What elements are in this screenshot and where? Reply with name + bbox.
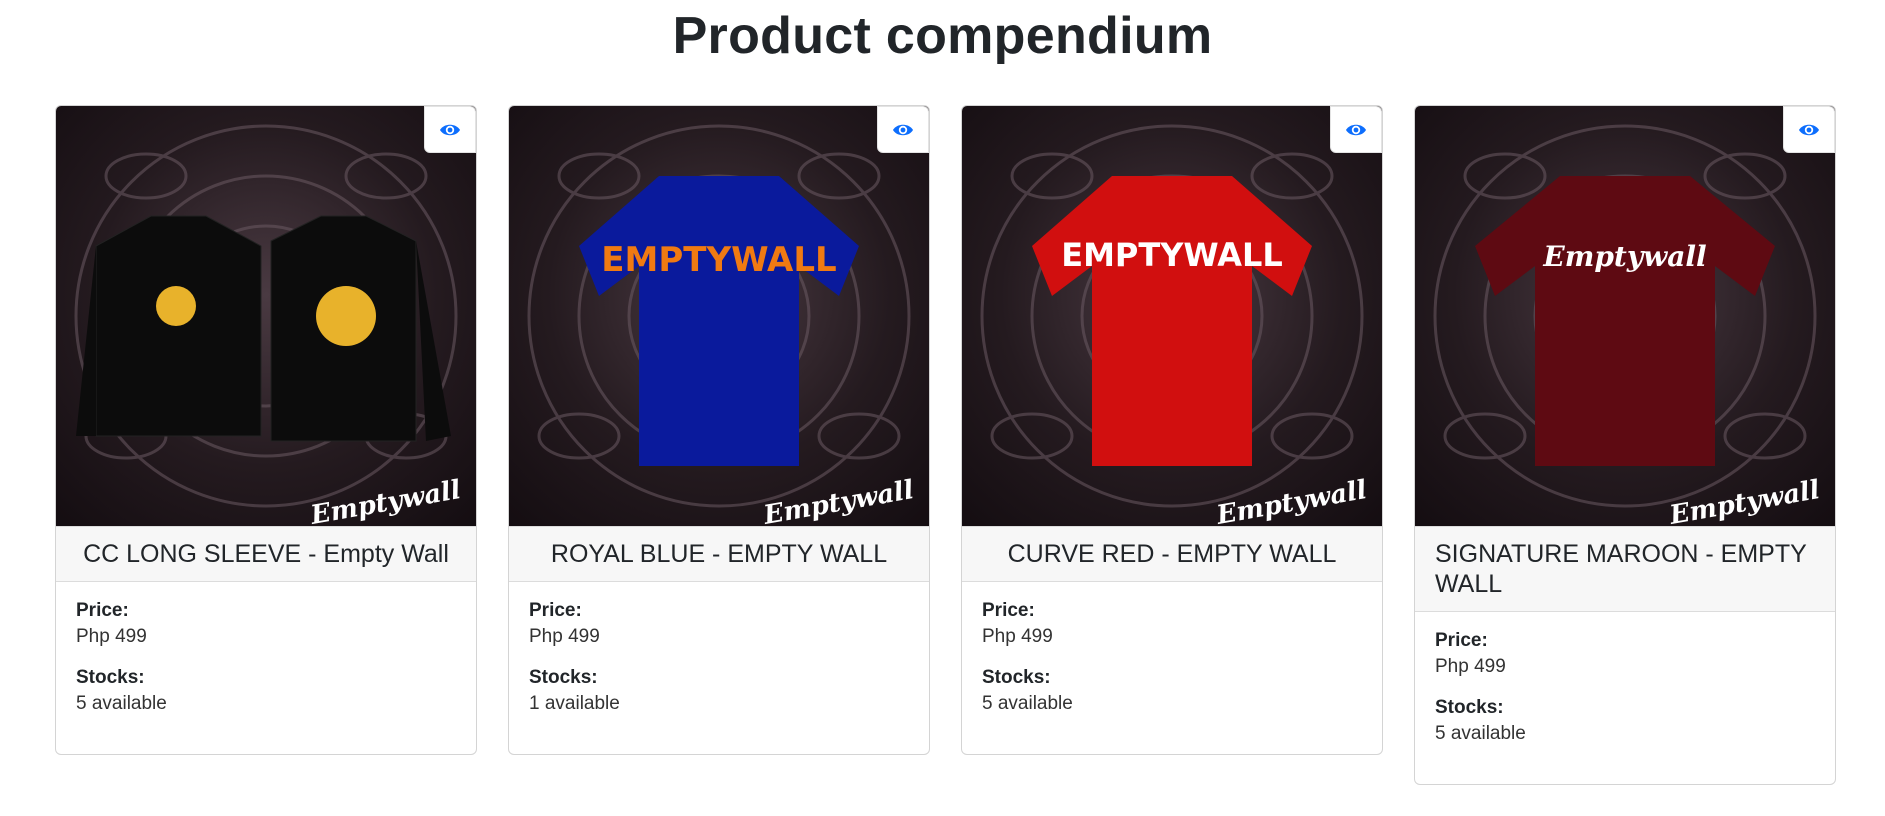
svg-text:EMPTYWALL: EMPTYWALL	[1061, 236, 1283, 274]
page-title: Product compendium	[672, 7, 1213, 65]
eye-icon	[440, 124, 460, 135]
product-name: CC LONG SLEEVE - Empty Wall	[56, 526, 476, 582]
stocks-value: 1 available	[529, 693, 620, 714]
svg-text:Emptywall: Emptywall	[1542, 240, 1706, 273]
product-card: EMPTYWALL Emptywall ROYAL BLUE - EMPTY W…	[508, 105, 930, 755]
view-button[interactable]	[424, 106, 476, 153]
product-details: Price: Php 499 Stocks: 5 available	[56, 582, 476, 754]
product-name: CURVE RED - EMPTY WALL	[962, 526, 1382, 582]
stocks-value: 5 available	[1435, 723, 1526, 744]
product-image[interactable]: Emptywall Emptywall	[1415, 106, 1835, 526]
product-name: ROYAL BLUE - EMPTY WALL	[509, 526, 929, 582]
price-label: Price:	[529, 600, 582, 621]
stocks-label: Stocks:	[76, 667, 145, 688]
price-label: Price:	[76, 600, 129, 621]
mandala-background: Emptywall	[1433, 124, 1817, 508]
price-label: Price:	[982, 600, 1035, 621]
stocks-label: Stocks:	[1435, 697, 1504, 718]
product-name: SIGNATURE MAROON - EMPTY WALL	[1415, 526, 1835, 612]
view-button[interactable]	[877, 106, 929, 153]
eye-icon	[893, 124, 913, 135]
product-details: Price: Php 499 Stocks: 5 available	[1415, 612, 1835, 784]
price-label: Price:	[1435, 630, 1488, 651]
product-details: Price: Php 499 Stocks: 5 available	[962, 582, 1382, 754]
price-value: Php 499	[76, 626, 147, 647]
product-card: EMPTYWALL Emptywall CURVE RED - EMPTY WA…	[961, 105, 1383, 755]
product-image[interactable]: Emptywall	[56, 106, 476, 526]
product-details: Price: Php 499 Stocks: 1 available	[509, 582, 929, 754]
price-value: Php 499	[982, 626, 1053, 647]
product-card: Emptywall CC LONG SLEEVE - Empty Wall Pr…	[55, 105, 477, 755]
stocks-label: Stocks:	[982, 667, 1051, 688]
eye-icon	[1346, 124, 1366, 135]
stocks-value: 5 available	[76, 693, 167, 714]
price-value: Php 499	[1435, 656, 1506, 677]
view-button[interactable]	[1783, 106, 1835, 153]
mandala-background: EMPTYWALL	[527, 124, 911, 508]
price-value: Php 499	[529, 626, 600, 647]
view-button[interactable]	[1330, 106, 1382, 153]
mandala-background: EMPTYWALL	[980, 124, 1364, 508]
stocks-value: 5 available	[982, 693, 1073, 714]
product-image[interactable]: EMPTYWALL Emptywall	[509, 106, 929, 526]
mandala-background	[74, 124, 458, 508]
product-image[interactable]: EMPTYWALL Emptywall	[962, 106, 1382, 526]
svg-text:EMPTYWALL: EMPTYWALL	[601, 240, 836, 280]
product-card: Emptywall Emptywall SIGNATURE MAROON - E…	[1414, 105, 1836, 785]
stocks-label: Stocks:	[529, 667, 598, 688]
eye-icon	[1799, 124, 1819, 135]
